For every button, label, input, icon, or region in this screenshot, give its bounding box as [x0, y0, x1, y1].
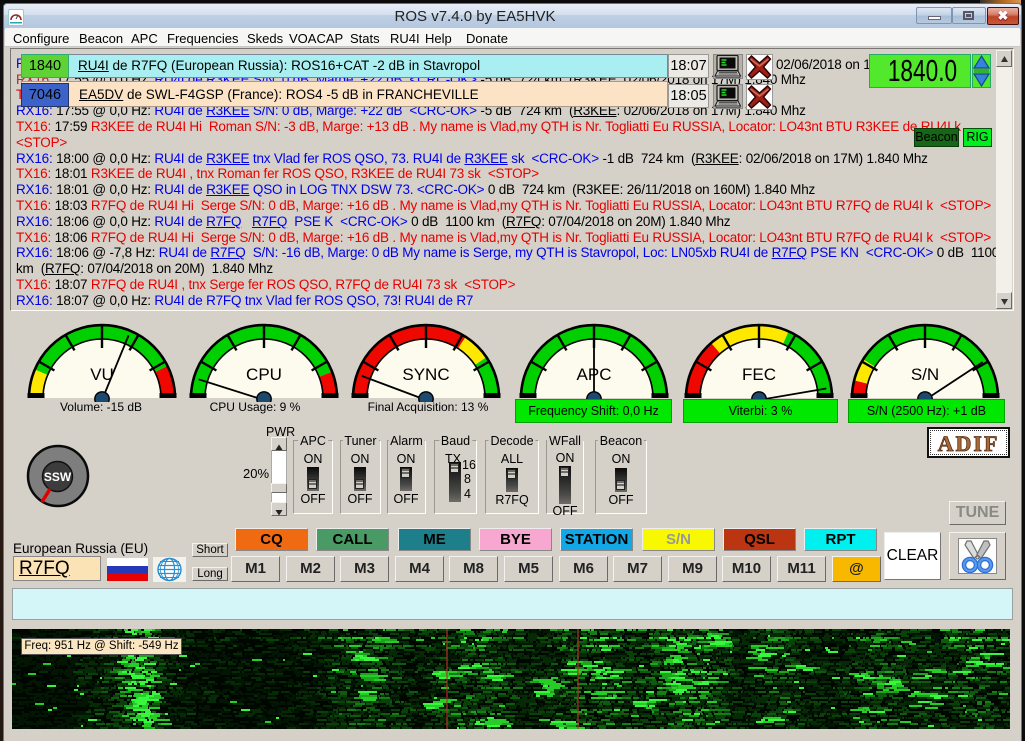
- svg-text:SSW: SSW: [44, 470, 72, 484]
- svg-text:FEC: FEC: [742, 365, 776, 384]
- svg-text:S/N: S/N: [911, 365, 939, 384]
- svg-text:SYNC: SYNC: [402, 365, 449, 384]
- svg-text:CPU: CPU: [246, 365, 282, 384]
